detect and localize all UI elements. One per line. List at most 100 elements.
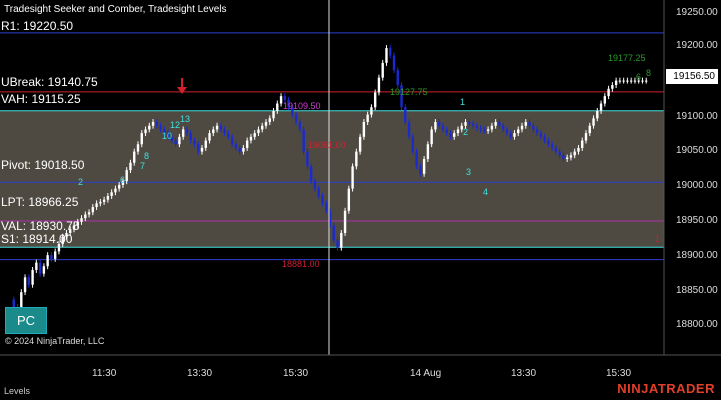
candle-body bbox=[136, 144, 140, 152]
candle-body bbox=[144, 129, 147, 134]
target-annotation: 19127.75 bbox=[390, 87, 428, 97]
price-tick: 19000.00 bbox=[676, 180, 718, 191]
candle-body bbox=[498, 122, 501, 126]
candle-body bbox=[509, 133, 512, 137]
seeker-count: 13 bbox=[180, 114, 191, 124]
candle-body bbox=[200, 147, 204, 152]
candle-body bbox=[539, 133, 543, 137]
candle-body bbox=[95, 203, 98, 208]
candle-body bbox=[554, 147, 558, 152]
candle-body bbox=[309, 166, 313, 182]
candle-body bbox=[641, 80, 644, 82]
candle-body bbox=[294, 114, 298, 123]
candle-body bbox=[513, 133, 516, 137]
candle-body bbox=[257, 129, 260, 134]
indicator-title: Tradesight Seeker and Comber, Tradesight… bbox=[4, 4, 227, 15]
candle-body bbox=[422, 159, 426, 174]
candle-body bbox=[611, 85, 614, 89]
ninjatrader-logo: NINJATRADER bbox=[617, 381, 715, 396]
candle-body bbox=[419, 166, 422, 174]
candle-body bbox=[340, 232, 343, 248]
candle-body bbox=[524, 122, 527, 126]
candle-body bbox=[102, 199, 106, 202]
candle-body bbox=[283, 96, 287, 100]
seeker-count: 2 bbox=[463, 127, 469, 137]
candle-body bbox=[494, 122, 497, 126]
candle-body bbox=[238, 147, 241, 152]
candle-body bbox=[366, 114, 369, 123]
candle-body bbox=[486, 129, 490, 131]
candle-body bbox=[351, 166, 354, 189]
candle-body bbox=[230, 136, 234, 145]
candle-body bbox=[404, 107, 407, 123]
candle-body bbox=[471, 123, 475, 126]
candle-body bbox=[212, 129, 215, 134]
candle-body bbox=[490, 125, 494, 130]
candle-body bbox=[219, 125, 223, 130]
candle-body bbox=[223, 129, 226, 134]
candle-body bbox=[189, 133, 192, 141]
pc-button[interactable]: PC bbox=[5, 307, 47, 334]
seeker-count: 4 bbox=[483, 187, 489, 197]
candle-body bbox=[215, 125, 219, 130]
levels-tab[interactable]: Levels bbox=[4, 386, 30, 396]
candle-body bbox=[91, 207, 95, 213]
price-tick: 18850.00 bbox=[676, 285, 718, 296]
seeker-count: 10 bbox=[162, 131, 173, 141]
candle-body bbox=[317, 188, 320, 196]
candle-body bbox=[389, 48, 392, 56]
price-tick: 18800.00 bbox=[676, 319, 718, 330]
candle-body bbox=[543, 136, 546, 141]
candle-body bbox=[155, 122, 159, 126]
candle-body bbox=[129, 162, 132, 171]
candle-body bbox=[569, 155, 573, 158]
candle-body bbox=[505, 129, 509, 134]
candle-body bbox=[208, 133, 211, 141]
candle-body bbox=[242, 147, 245, 152]
price-tick: 19200.00 bbox=[676, 40, 718, 51]
candle-body bbox=[453, 133, 456, 137]
candle-body bbox=[125, 170, 128, 182]
candle-body bbox=[185, 129, 189, 134]
price-tick: 19100.00 bbox=[676, 111, 718, 122]
candle-body bbox=[520, 125, 524, 130]
candle-body bbox=[483, 129, 486, 131]
candle-body bbox=[430, 129, 433, 145]
candle-body bbox=[479, 127, 482, 130]
candle-body bbox=[358, 136, 362, 152]
candle-body bbox=[607, 88, 610, 97]
candle-body bbox=[321, 195, 324, 204]
candle-body bbox=[599, 103, 603, 111]
level-label-vah: VAH: 19115.25 bbox=[1, 92, 81, 106]
candle-body bbox=[629, 80, 633, 82]
candle-body bbox=[325, 203, 328, 211]
candle-body bbox=[407, 122, 411, 137]
candle-body bbox=[603, 96, 607, 104]
candle-body bbox=[272, 110, 275, 119]
candle-body bbox=[264, 122, 268, 126]
candle-body bbox=[12, 299, 15, 307]
candle-body bbox=[373, 92, 377, 108]
candle-body bbox=[415, 151, 418, 167]
candle-body bbox=[23, 277, 27, 293]
candle-body bbox=[622, 80, 625, 82]
candle-body bbox=[99, 201, 102, 204]
candle-body bbox=[253, 133, 256, 137]
candle-body bbox=[106, 195, 110, 200]
target-annotation: 19177.25 bbox=[608, 53, 646, 63]
candle-body bbox=[276, 103, 279, 111]
price-tick: 19050.00 bbox=[676, 145, 718, 156]
candle-body bbox=[261, 125, 264, 130]
candle-body bbox=[80, 218, 83, 222]
value-area-band bbox=[0, 110, 664, 248]
candle-body bbox=[53, 251, 57, 259]
price-tick: 18900.00 bbox=[676, 250, 718, 261]
level-label-s1: S1: 18914.00 bbox=[1, 232, 73, 246]
candle-body bbox=[336, 240, 339, 248]
candle-body bbox=[268, 118, 271, 123]
candle-body bbox=[117, 184, 121, 189]
time-tick: 13:30 bbox=[187, 368, 213, 379]
candle-body bbox=[381, 62, 384, 78]
candle-body bbox=[475, 125, 479, 128]
candle-body bbox=[140, 133, 143, 145]
